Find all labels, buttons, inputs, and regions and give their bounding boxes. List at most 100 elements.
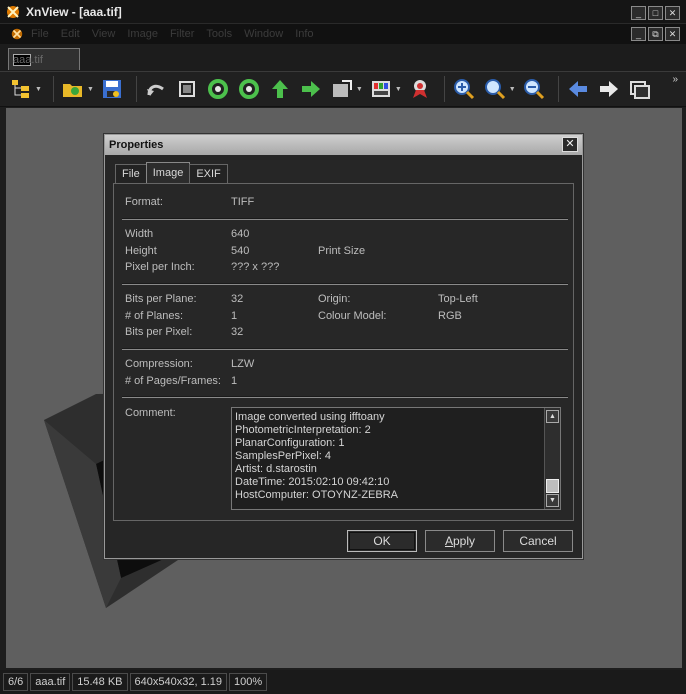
bits-per-pixel-value: 32 (231, 326, 244, 338)
menu-filter[interactable]: Filter (170, 28, 194, 40)
scroll-thumb[interactable] (546, 479, 559, 493)
slideshow-button[interactable] (627, 76, 653, 102)
xnview-logo-icon (7, 5, 19, 18)
menu-window[interactable]: Window (244, 28, 283, 40)
document-menu-icon[interactable] (10, 27, 24, 41)
comment-line: HostComputer: OTOYNZ-ZEBRA (235, 489, 398, 501)
undo-button[interactable] (143, 76, 169, 102)
open-button[interactable] (60, 76, 86, 102)
mdi-close-button[interactable]: ✕ (665, 27, 680, 41)
toolbar-overflow-button[interactable]: » (672, 74, 678, 85)
crop-button[interactable] (174, 76, 200, 102)
title-bar: XnView - [aaa.tif] (0, 0, 686, 24)
toolbar: ▼ ▼ ▼ ▼ ▼ » (0, 71, 686, 107)
arrow-right-icon (301, 81, 320, 97)
rotate-right-icon (238, 79, 259, 99)
effects-button[interactable] (407, 76, 433, 102)
document-tab-label: aaa.tif (13, 53, 43, 66)
mdi-controls: _ ⧉ ✕ (631, 27, 680, 41)
menu-file[interactable]: File (31, 28, 49, 40)
comment-line: Artist: d.starostin (235, 463, 317, 475)
comment-line: DateTime: 2015:02:10 09:42:10 (235, 476, 390, 488)
flip-vertical-button[interactable] (267, 76, 293, 102)
maximize-button[interactable]: □ (648, 6, 663, 20)
crop-icon (178, 81, 195, 97)
colour-model-label: Colour Model: (318, 310, 387, 322)
chevron-down-icon[interactable]: ▼ (395, 86, 402, 93)
apply-label: pply (453, 534, 476, 548)
comment-line: PlanarConfiguration: 1 (235, 437, 345, 449)
status-filesize: 15.48 KB (72, 673, 128, 691)
save-button[interactable] (99, 76, 125, 102)
apply-mnemonic: A (444, 534, 453, 548)
flip-horizontal-button[interactable] (298, 76, 324, 102)
tab-exif[interactable]: EXIF (189, 164, 228, 183)
chevron-down-icon[interactable]: ▼ (35, 86, 42, 93)
document-tab[interactable]: aaa.tif (8, 48, 80, 70)
menu-tools[interactable]: Tools (206, 28, 232, 40)
bits-per-plane-label: Bits per Plane: (125, 293, 197, 305)
close-button[interactable]: ✕ (665, 6, 680, 20)
color-bars-icon (371, 81, 390, 97)
arrow-up-icon (271, 80, 288, 98)
menu-image[interactable]: Image (127, 28, 158, 40)
format-value: TIFF (231, 196, 255, 208)
comment-line: PhotometricInterpretation: 2 (235, 424, 371, 436)
ribbon-icon (412, 80, 427, 98)
bits-per-pixel-label: Bits per Pixel: (125, 326, 193, 338)
minimize-button[interactable]: _ (631, 6, 646, 20)
dialog-title: Properties (109, 139, 164, 151)
rotate-right-button[interactable] (236, 76, 262, 102)
status-bar: 6/6 aaa.tif 15.48 KB 640x540x32, 1.19 10… (0, 670, 686, 694)
chevron-down-icon[interactable]: ▼ (87, 86, 94, 93)
zoom-fit-button[interactable] (482, 76, 508, 102)
scroll-down-icon[interactable]: ▼ (546, 494, 559, 507)
scroll-up-icon[interactable]: ▲ (546, 410, 559, 423)
height-label: Height (125, 245, 157, 257)
divider (122, 218, 568, 220)
zoom-out-icon (523, 79, 544, 100)
mdi-minimize-button[interactable]: _ (631, 27, 646, 41)
window-title: XnView - [aaa.tif] (26, 4, 122, 19)
mdi-restore-button[interactable]: ⧉ (648, 27, 663, 41)
zoom-out-button[interactable] (521, 76, 547, 102)
cancel-button[interactable]: Cancel (503, 530, 573, 552)
dialog-tabs: File Image EXIF (115, 162, 228, 184)
zoom-in-button[interactable] (451, 76, 477, 102)
toolbar-separator (135, 76, 137, 102)
toolbar-separator (52, 76, 54, 102)
comment-line: SamplesPerPixel: 4 (235, 450, 331, 462)
rotate-left-button[interactable] (205, 76, 231, 102)
adjust-button[interactable] (368, 76, 394, 102)
properties-dialog: Properties ✕ File Image EXIF Format: TIF… (104, 134, 583, 559)
ppi-label: Pixel per Inch: (125, 261, 195, 273)
height-value: 540 (231, 245, 250, 257)
comment-label: Comment: (125, 407, 176, 419)
chevron-down-icon[interactable]: ▼ (509, 86, 516, 93)
planes-value: 1 (231, 310, 238, 322)
print-size-label: Print Size (318, 245, 366, 257)
dialog-close-button[interactable]: ✕ (562, 137, 578, 152)
comment-text: Image converted using ifftoany Photometr… (235, 411, 540, 502)
browser-button[interactable] (8, 76, 34, 102)
apply-button[interactable]: Apply (425, 530, 495, 552)
ok-button[interactable]: OK (347, 530, 417, 552)
window-icon (629, 81, 650, 99)
chevron-down-icon[interactable]: ▼ (356, 86, 363, 93)
dialog-title-bar[interactable]: Properties (105, 135, 582, 155)
comment-scrollbar[interactable]: ▲ ▼ (544, 408, 560, 509)
menu-edit[interactable]: Edit (61, 28, 80, 40)
status-zoom: 100% (229, 673, 268, 691)
window-controls: _ □ ✕ (631, 6, 680, 20)
previous-button[interactable] (565, 76, 591, 102)
next-button[interactable] (596, 76, 622, 102)
rotate-left-icon (207, 79, 228, 99)
format-label: Format: (125, 196, 163, 208)
comment-line: Image converted using ifftoany (235, 411, 385, 423)
tab-file[interactable]: File (115, 164, 147, 183)
menu-view[interactable]: View (92, 28, 116, 40)
tab-image[interactable]: Image (145, 162, 191, 184)
menu-info[interactable]: Info (295, 28, 313, 40)
resize-button[interactable] (329, 76, 355, 102)
comment-textarea[interactable]: Image converted using ifftoany Photometr… (231, 407, 561, 510)
